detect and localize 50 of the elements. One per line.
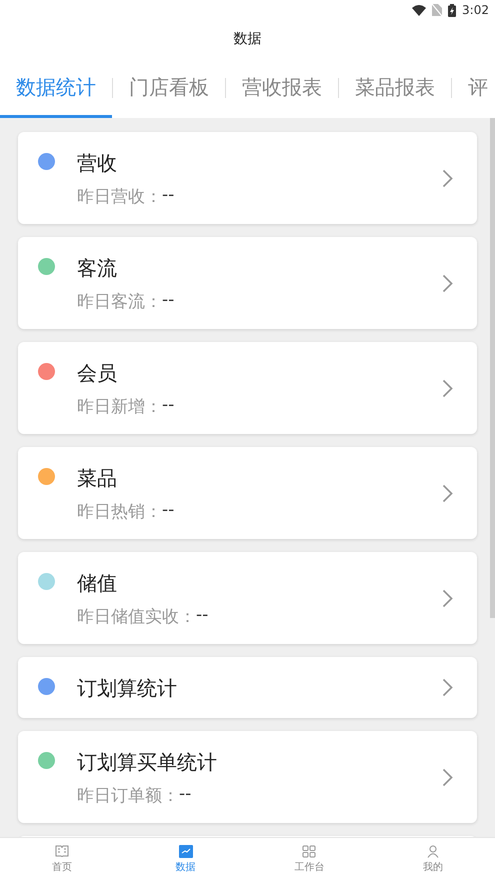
nav-item[interactable]: 首页 bbox=[0, 838, 124, 880]
grid-icon bbox=[302, 844, 316, 858]
card-title: 客流 bbox=[77, 255, 118, 282]
card-title: 储值 bbox=[77, 570, 118, 597]
tab[interactable]: 评 bbox=[452, 58, 495, 118]
chevron-right-icon bbox=[442, 588, 453, 608]
tab[interactable]: 营收报表 bbox=[226, 58, 338, 118]
book-icon bbox=[54, 844, 69, 858]
card-title: 营收 bbox=[77, 150, 118, 177]
stat-label: 昨日订单额： bbox=[77, 785, 179, 807]
card-title: 菜品 bbox=[77, 465, 118, 492]
stat-card[interactable]: 营收 昨日营收：-- bbox=[18, 132, 477, 224]
chevron-right-icon bbox=[442, 168, 453, 188]
stat-label: 昨日储值实收： bbox=[77, 606, 196, 628]
nav-item[interactable]: 工作台 bbox=[248, 838, 372, 880]
stat-value: -- bbox=[162, 290, 174, 312]
battery-icon bbox=[448, 4, 456, 16]
card-title: 订划算统计 bbox=[77, 675, 178, 702]
person-icon bbox=[426, 844, 440, 858]
stat-value: -- bbox=[162, 185, 174, 207]
stat-label: 昨日营收： bbox=[77, 186, 162, 208]
tab[interactable]: 门店看板 bbox=[113, 58, 225, 118]
stat-label: 昨日客流： bbox=[77, 291, 162, 313]
card-title: 会员 bbox=[77, 360, 118, 387]
stat-value: -- bbox=[179, 784, 192, 806]
stat-card[interactable]: 会员 昨日新增：-- bbox=[18, 342, 477, 434]
chevron-right-icon bbox=[442, 768, 453, 786]
stat-value: -- bbox=[162, 395, 174, 417]
no-sim-icon bbox=[432, 4, 442, 16]
chevron-right-icon bbox=[442, 378, 453, 398]
chevron-right-icon bbox=[442, 484, 453, 502]
tab[interactable]: 菜品报表 bbox=[339, 58, 451, 118]
stat-label: 昨日新增： bbox=[77, 396, 162, 418]
nav-item[interactable]: 我的 bbox=[371, 838, 495, 880]
card-title: 订划算买单统计 bbox=[77, 749, 218, 776]
stat-card[interactable]: 订划算统计 bbox=[18, 657, 477, 718]
stat-label: 昨日热销： bbox=[77, 501, 162, 523]
nav-item[interactable]: 数据 bbox=[124, 838, 248, 880]
stat-card[interactable]: 储值 昨日储值实收：-- bbox=[18, 552, 477, 644]
chart-icon bbox=[178, 844, 193, 858]
chevron-right-icon bbox=[442, 274, 453, 292]
stat-card[interactable]: 客流 昨日客流：-- bbox=[18, 237, 477, 329]
stat-card[interactable]: 菜品 昨日热销：-- bbox=[18, 447, 477, 539]
page-title: 数据 bbox=[234, 30, 262, 48]
stat-card[interactable]: 订划算买单统计 昨日订单额：-- bbox=[18, 731, 477, 823]
stat-value: -- bbox=[162, 500, 174, 522]
stat-value: -- bbox=[196, 605, 208, 627]
chevron-right-icon bbox=[442, 678, 453, 697]
wifi-icon bbox=[412, 4, 426, 16]
status-time: 3:02 bbox=[462, 3, 489, 17]
